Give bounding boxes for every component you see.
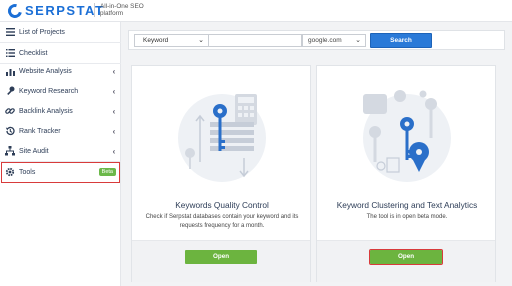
tools-highlight-box — [1, 162, 120, 183]
chevron-left-icon: ‹ — [112, 66, 116, 76]
sidebar-item-label: Site Audit — [19, 147, 49, 155]
tool-card-keywords-quality-control: Keywords Quality Control Check if Serpst… — [131, 65, 311, 282]
serpstat-logo[interactable]: SERPSTAT — [5, 0, 105, 21]
logo-text: SERPSTAT — [25, 3, 105, 18]
tool-card-keyword-clustering: Keyword Clustering and Text Analytics Th… — [316, 65, 496, 282]
card-footer: Open — [132, 240, 310, 282]
link-icon — [1, 106, 19, 116]
keyword-clustering-illustration — [363, 90, 451, 182]
chevron-left-icon: ‹ — [112, 106, 116, 116]
search-type-value: Keyword — [143, 37, 169, 44]
card-description: Check if Serpstat databases contain your… — [145, 214, 299, 229]
sitemap-icon — [1, 146, 19, 156]
brand-tagline: All-in-One SEO platform — [94, 3, 154, 17]
search-type-select[interactable]: Keyword ⌄ — [134, 34, 209, 47]
sidebar-item-keyword-research[interactable]: Keyword Research ‹ — [0, 81, 121, 101]
bar-chart-icon — [1, 67, 19, 76]
top-bar: SERPSTAT All-in-One SEO platform — [0, 0, 512, 22]
chevron-down-icon: ⌄ — [198, 37, 204, 44]
logo-mark-icon — [5, 0, 25, 21]
sidebar-item-list-of-projects[interactable]: List of Projects — [0, 22, 121, 42]
key-icon — [1, 86, 19, 96]
database-select[interactable]: google.com ⌄ — [302, 34, 366, 47]
sidebar-item-label: Checklist — [19, 49, 48, 57]
chevron-left-icon: ‹ — [112, 126, 116, 136]
open-button[interactable]: Open — [369, 249, 443, 265]
sidebar-item-checklist[interactable]: Checklist — [0, 43, 121, 63]
database-value: google.com — [308, 37, 342, 44]
sidebar-item-label: Backlink Analysis — [19, 107, 73, 115]
card-title: Keyword Clustering and Text Analytics — [336, 200, 478, 210]
search-input[interactable] — [209, 34, 302, 47]
checklist-icon — [1, 49, 19, 57]
history-icon — [1, 126, 19, 136]
card-footer: Open — [317, 240, 495, 282]
card-description: The tool is in open beta mode. — [366, 214, 448, 220]
sidebar: List of Projects Checklist Website Analy… — [0, 22, 121, 286]
card-title: Keywords Quality Control — [175, 200, 269, 210]
sidebar-item-backlink-analysis[interactable]: Backlink Analysis ‹ — [0, 101, 121, 121]
keywords-quality-illustration — [178, 94, 266, 182]
sidebar-item-label: List of Projects — [19, 28, 65, 36]
sidebar-item-label: Rank Tracker — [19, 127, 61, 135]
chevron-down-icon: ⌄ — [355, 37, 361, 44]
sidebar-item-label: Keyword Research — [19, 87, 79, 95]
sidebar-item-website-analysis[interactable]: Website Analysis ‹ — [0, 61, 121, 81]
sidebar-item-rank-tracker[interactable]: Rank Tracker ‹ — [0, 121, 121, 141]
menu-icon — [1, 28, 19, 36]
chevron-left-icon: ‹ — [112, 146, 116, 156]
search-button[interactable]: Search — [370, 33, 432, 48]
search-bar: Keyword ⌄ google.com ⌄ Search — [128, 30, 505, 50]
sidebar-item-site-audit[interactable]: Site Audit ‹ — [0, 141, 121, 161]
open-button[interactable]: Open — [185, 250, 257, 264]
chevron-left-icon: ‹ — [112, 86, 116, 96]
sidebar-item-label: Website Analysis — [19, 67, 72, 75]
